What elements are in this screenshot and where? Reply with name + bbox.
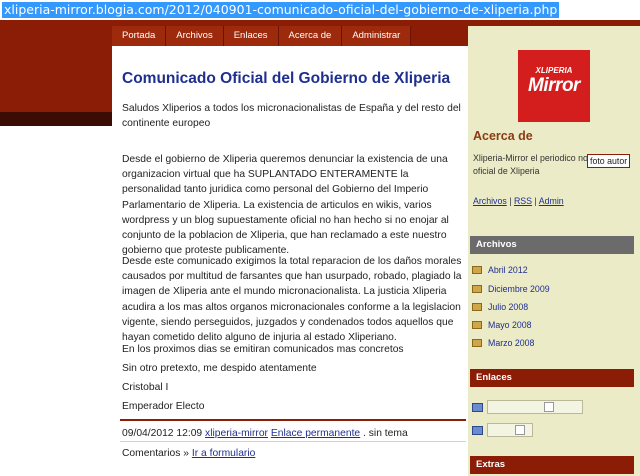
archive-item[interactable]: Diciembre 2009 xyxy=(472,284,550,294)
left-shadow xyxy=(0,112,112,126)
comments-label: Comentarios » xyxy=(122,448,189,459)
archive-label[interactable]: Julio 2008 xyxy=(488,302,528,312)
site-logo[interactable]: XLIPERIA Mirror xyxy=(518,50,590,122)
comment-form-link[interactable]: Ir a formulario xyxy=(192,448,256,459)
post-topic: . sin tema xyxy=(363,428,408,439)
logo-main-text: Mirror xyxy=(528,75,580,96)
post-paragraph: Sin otro pretexto, me despido atentament… xyxy=(122,363,317,374)
post-paragraph: Saludos Xliperios a todos los micronacio… xyxy=(122,103,461,130)
about-title: Acerca de xyxy=(473,129,533,143)
top-nav: Portada Archivos Enlaces Acerca de Admin… xyxy=(112,26,412,46)
about-links: Archivos | RSS | Admin xyxy=(473,196,564,206)
folder-icon xyxy=(472,321,482,329)
link-item[interactable] xyxy=(472,423,533,437)
folder-icon xyxy=(472,266,482,274)
archive-item[interactable]: Abril 2012 xyxy=(472,265,528,275)
link-separator: | xyxy=(534,196,537,206)
folder-icon xyxy=(472,339,482,347)
signature-name: Cristobal I xyxy=(122,382,169,393)
post-paragraph: Desde el gobierno de Xliperia queremos d… xyxy=(122,154,449,257)
post-date: 09/04/2012 12:09 xyxy=(122,428,203,439)
link-image-placeholder[interactable] xyxy=(487,400,583,414)
post-title[interactable]: Comunicado Oficial del Gobierno de Xlipe… xyxy=(122,70,450,88)
post-paragraph: En los proximos dias se emitiran comunic… xyxy=(122,344,404,355)
logo-top-text: XLIPERIA xyxy=(535,66,573,75)
nav-acerca-de[interactable]: Acerca de xyxy=(278,26,343,46)
archive-item[interactable]: Marzo 2008 xyxy=(472,338,534,348)
archivos-box-title: Archivos xyxy=(470,236,634,254)
nav-portada[interactable]: Portada xyxy=(112,26,167,46)
main-content: Comunicado Oficial del Gobierno de Xlipe… xyxy=(112,46,468,476)
admin-link[interactable]: Admin xyxy=(539,196,564,206)
meta-divider-light xyxy=(120,441,466,442)
archivos-link[interactable]: Archivos xyxy=(473,196,507,206)
url-text[interactable]: xliperia-mirror.blogia.com/2012/040901-c… xyxy=(2,2,560,18)
broken-image-icon xyxy=(544,402,554,412)
post-meta: 09/04/2012 12:09 xliperia-mirror Enlace … xyxy=(122,428,408,439)
nav-administrar[interactable]: Administrar xyxy=(342,26,412,46)
author-photo: foto autor xyxy=(587,154,631,168)
rss-link[interactable]: RSS xyxy=(514,196,532,206)
nav-enlaces[interactable]: Enlaces xyxy=(223,26,279,46)
extras-box-title: Extras xyxy=(470,456,634,474)
link-icon xyxy=(472,402,483,412)
about-text: Xliperia-Mirror el periodico no oficial … xyxy=(473,153,588,176)
archive-label[interactable]: Diciembre 2009 xyxy=(488,284,550,294)
folder-icon xyxy=(472,303,482,311)
archive-item[interactable]: Mayo 2008 xyxy=(472,320,532,330)
address-bar[interactable]: xliperia-mirror.blogia.com/2012/040901-c… xyxy=(0,0,640,20)
permalink-link[interactable]: Enlace permanente xyxy=(271,428,360,439)
meta-divider xyxy=(120,419,466,421)
link-icon xyxy=(472,425,483,435)
signature-title: Emperador Electo xyxy=(122,401,205,412)
archive-label[interactable]: Abril 2012 xyxy=(488,265,528,275)
archive-label[interactable]: Marzo 2008 xyxy=(488,338,534,348)
nav-archivos[interactable]: Archivos xyxy=(166,26,224,46)
archive-item[interactable]: Julio 2008 xyxy=(472,302,528,312)
enlaces-box-title: Enlaces xyxy=(470,369,634,387)
left-decoration xyxy=(0,46,112,118)
link-separator: | xyxy=(509,196,512,206)
post-paragraph: Desde este comunicado exigimos la total … xyxy=(122,256,462,344)
link-item[interactable] xyxy=(472,400,583,414)
link-image-placeholder[interactable] xyxy=(487,423,533,437)
comments-line: Comentarios » Ir a formulario xyxy=(122,448,255,459)
folder-icon xyxy=(472,285,482,293)
sidebar: XLIPERIA Mirror Acerca de Xliperia-Mirro… xyxy=(468,26,640,476)
author-link[interactable]: xliperia-mirror xyxy=(205,428,268,439)
broken-image-icon xyxy=(515,425,525,435)
archive-label[interactable]: Mayo 2008 xyxy=(488,320,532,330)
